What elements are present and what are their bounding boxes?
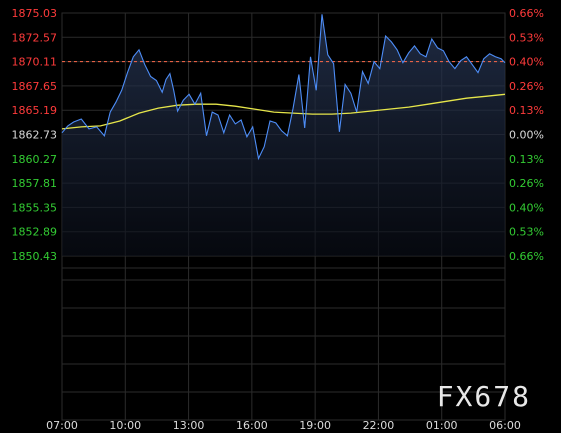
- y-tick-left: 1875.03: [12, 7, 58, 20]
- y-tick-left: 1855.35: [12, 201, 58, 214]
- y-tick-right: 0.26%: [509, 177, 544, 190]
- y-tick-left: 1867.65: [12, 80, 58, 93]
- y-tick-right: 0.00%: [509, 129, 544, 142]
- y-tick-right: 0.66%: [509, 7, 544, 20]
- y-tick-left: 1857.81: [12, 177, 58, 190]
- x-tick-label: 13:00: [173, 419, 205, 432]
- y-tick-right: 0.13%: [509, 104, 544, 117]
- y-tick-right: 0.40%: [509, 56, 544, 69]
- x-tick-label: 07:00: [46, 419, 78, 432]
- chart-canvas: 1875.03 1872.57 1870.11 1867.65 1865.19 1862.…: [0, 0, 561, 433]
- y-tick-left: 1862.73: [12, 129, 58, 142]
- x-tick-label: 22:00: [363, 419, 395, 432]
- y-tick-right: 0.53%: [509, 226, 544, 239]
- x-tick-label: 16:00: [236, 419, 268, 432]
- x-tick-label: 06:00: [489, 419, 521, 432]
- y-tick-left: 1872.57: [12, 31, 58, 44]
- y-tick-left: 1865.19: [12, 104, 58, 117]
- y-tick-right: 0.26%: [509, 80, 544, 93]
- y-tick-right: 0.13%: [509, 153, 544, 166]
- y-tick-left: 1870.11: [12, 56, 58, 69]
- y-tick-right: 0.66%: [509, 250, 544, 263]
- x-tick-label: 01:00: [426, 419, 458, 432]
- y-tick-right: 0.53%: [509, 31, 544, 44]
- y-tick-left: 1850.43: [12, 250, 58, 263]
- y-tick-left: 1860.27: [12, 153, 58, 166]
- watermark-logo: FX678: [437, 380, 531, 413]
- y-tick-right: 0.40%: [509, 201, 544, 214]
- y-tick-left: 1852.89: [12, 226, 58, 239]
- x-tick-label: 10:00: [109, 419, 141, 432]
- x-tick-label: 19:00: [299, 419, 331, 432]
